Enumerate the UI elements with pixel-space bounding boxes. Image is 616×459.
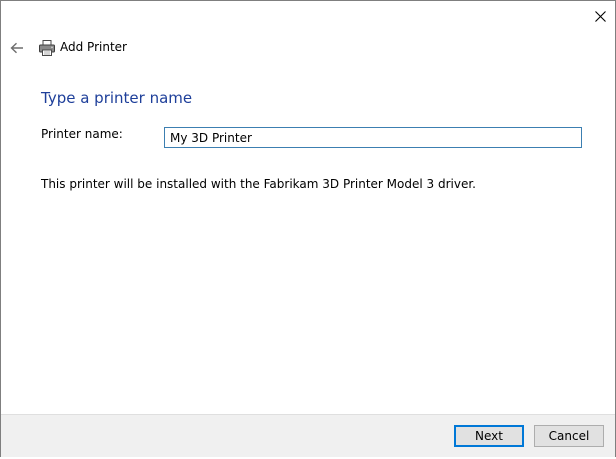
dialog-footer: Next Cancel: [1, 414, 615, 457]
cancel-button[interactable]: Cancel: [534, 425, 604, 447]
printer-icon: [39, 40, 55, 56]
back-arrow-icon: [10, 42, 23, 54]
next-button[interactable]: Next: [454, 425, 524, 447]
add-printer-dialog: Add Printer Type a printer name Printer …: [0, 0, 616, 457]
back-button[interactable]: [7, 38, 27, 58]
printer-name-input[interactable]: [164, 127, 582, 148]
navigation-bar: Add Printer: [1, 31, 615, 65]
page-heading: Type a printer name: [41, 89, 193, 107]
close-button[interactable]: [585, 1, 615, 31]
close-icon: [594, 10, 606, 22]
window-title: Add Printer: [60, 40, 127, 54]
printer-name-label: Printer name:: [41, 127, 123, 141]
driver-info-text: This printer will be installed with the …: [41, 177, 476, 191]
